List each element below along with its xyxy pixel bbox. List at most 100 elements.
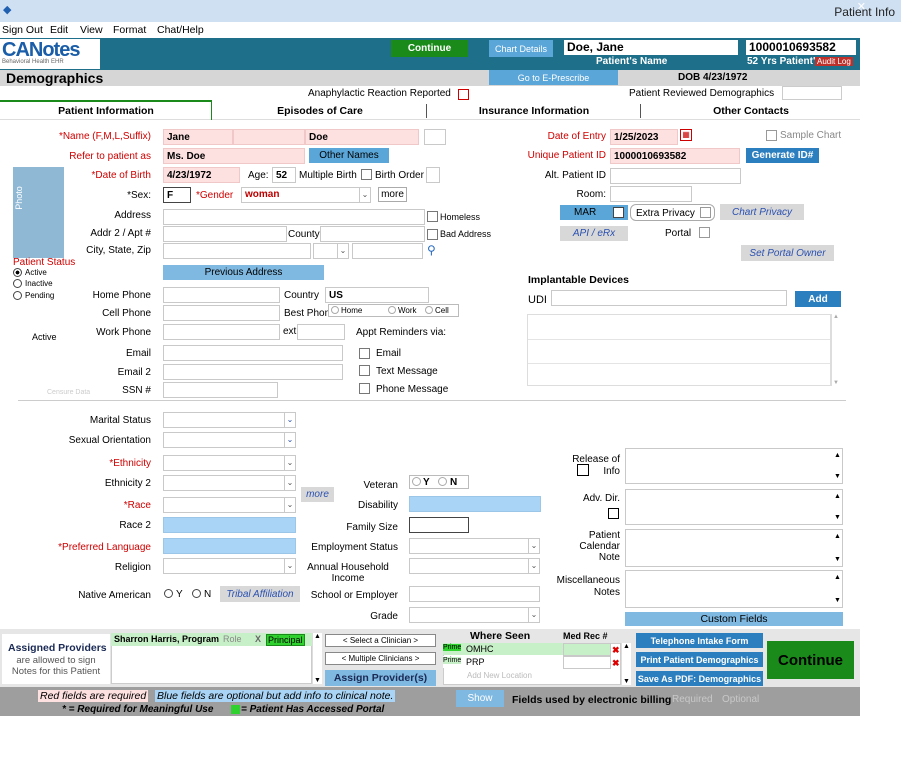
- udi-field[interactable]: [551, 290, 787, 306]
- scroll-up-icon[interactable]: ▲: [833, 573, 842, 582]
- dob-field[interactable]: 4/23/1972: [163, 167, 240, 183]
- best-phone-home-radio[interactable]: [331, 306, 339, 314]
- remind-email-checkbox[interactable]: [359, 348, 370, 359]
- remind-phone-checkbox[interactable]: [359, 383, 370, 394]
- school-field[interactable]: [409, 586, 540, 602]
- home-phone-field[interactable]: [163, 287, 280, 303]
- udi-add-button[interactable]: Add: [795, 291, 841, 307]
- phone-intake-button[interactable]: Telephone Intake Form: [636, 633, 763, 648]
- implant-row[interactable]: [528, 339, 830, 340]
- native-no-radio[interactable]: [192, 589, 201, 598]
- custom-fields-button[interactable]: Custom Fields: [625, 612, 843, 626]
- family-size-field[interactable]: [409, 517, 469, 533]
- scroll-down-icon[interactable]: ▼: [833, 380, 839, 386]
- add-location-placeholder[interactable]: Add New Location: [467, 671, 532, 680]
- scroll-down-icon[interactable]: ▼: [833, 596, 842, 605]
- remind-text-checkbox[interactable]: [359, 365, 370, 376]
- scroll-down-icon[interactable]: ▼: [623, 678, 630, 685]
- print-demographics-button[interactable]: Print Patient Demographics: [636, 652, 763, 667]
- anaphylactic-checkbox[interactable]: [458, 89, 469, 100]
- scroll-down-icon[interactable]: ▼: [314, 677, 321, 684]
- save-pdf-button[interactable]: Save As PDF: Demographics: [636, 671, 763, 686]
- tribal-affiliation-button[interactable]: Tribal Affiliation: [220, 586, 300, 602]
- med-rec-field-1[interactable]: [563, 643, 611, 656]
- ext-field[interactable]: [297, 324, 345, 340]
- multiple-birth-checkbox[interactable]: [361, 169, 372, 180]
- close-icon[interactable]: ✕: [857, 0, 866, 13]
- scroll-up-icon[interactable]: ▲: [314, 633, 321, 640]
- tab-episodes-of-care[interactable]: Episodes of Care: [214, 103, 426, 119]
- calendar-note-textarea[interactable]: ▲ ▼: [625, 529, 843, 567]
- sample-chart-checkbox[interactable]: [766, 130, 777, 141]
- suffix-field[interactable]: [424, 129, 446, 145]
- tab-other-contacts[interactable]: Other Contacts: [642, 103, 860, 119]
- adv-dir-textarea[interactable]: ▲ ▼: [625, 489, 843, 525]
- race-more-button[interactable]: more: [301, 487, 334, 502]
- prime-badge[interactable]: Prime: [443, 657, 462, 664]
- audit-log-link[interactable]: Audit Log: [815, 57, 853, 66]
- race-select[interactable]: ⌄: [163, 497, 296, 513]
- release-checkbox[interactable]: [577, 464, 589, 476]
- other-names-button[interactable]: Other Names: [309, 148, 389, 163]
- continue-button[interactable]: Continue: [767, 641, 854, 679]
- refer-field[interactable]: Ms. Doe: [163, 148, 305, 164]
- income-select[interactable]: ⌄: [409, 558, 540, 574]
- photo-placeholder[interactable]: Photo: [13, 167, 64, 258]
- provider-principal[interactable]: Principal: [266, 634, 305, 646]
- status-pending-radio[interactable]: [13, 291, 22, 300]
- best-phone-cell-radio[interactable]: [425, 306, 433, 314]
- reviewed-box[interactable]: [782, 86, 842, 100]
- multiple-clinicians-button[interactable]: < Multiple Clinicians >: [325, 652, 436, 665]
- mar-checkbox[interactable]: [613, 207, 624, 218]
- zip-search-icon[interactable]: ⚲: [427, 243, 436, 257]
- native-yes-radio[interactable]: [164, 589, 173, 598]
- assign-providers-button[interactable]: Assign Provider(s): [325, 670, 436, 686]
- portal-checkbox[interactable]: [699, 227, 710, 238]
- first-name-field[interactable]: Jane: [163, 129, 233, 145]
- menu-format[interactable]: Format: [113, 24, 146, 36]
- scroll-down-icon[interactable]: ▼: [833, 472, 842, 481]
- disability-field[interactable]: [409, 496, 541, 512]
- implant-scrollbar[interactable]: ▲ ▼: [831, 314, 841, 386]
- tab-patient-information[interactable]: Patient Information: [0, 103, 212, 119]
- address-field[interactable]: [163, 209, 425, 225]
- location-row[interactable]: Prime PRP: [443, 656, 563, 668]
- menu-edit[interactable]: Edit: [50, 24, 68, 36]
- med-rec-field-2[interactable]: [563, 656, 611, 669]
- cell-phone-field[interactable]: [163, 305, 280, 321]
- extra-privacy-checkbox[interactable]: [700, 207, 711, 218]
- set-portal-owner-button[interactable]: Set Portal Owner: [741, 245, 834, 261]
- where-seen-scrollbar[interactable]: ▲ ▼: [621, 643, 631, 685]
- ethnicity-select[interactable]: ⌄: [163, 455, 296, 471]
- room-field[interactable]: [610, 186, 692, 202]
- scroll-up-icon[interactable]: ▲: [833, 532, 842, 541]
- gender-more-button[interactable]: more: [378, 187, 407, 202]
- veteran-yes-radio[interactable]: [412, 477, 421, 486]
- scroll-up-icon[interactable]: ▲: [623, 643, 630, 650]
- homeless-checkbox[interactable]: [427, 211, 438, 222]
- scroll-up-icon[interactable]: ▲: [833, 451, 842, 460]
- previous-address-button[interactable]: Previous Address: [163, 265, 324, 280]
- chart-details-button[interactable]: Chart Details: [489, 40, 553, 57]
- provider-remove[interactable]: X: [255, 634, 261, 644]
- marital-select[interactable]: ⌄: [163, 412, 296, 428]
- chart-privacy-button[interactable]: Chart Privacy: [720, 204, 804, 220]
- employment-select[interactable]: ⌄: [409, 538, 540, 554]
- menu-sign-out[interactable]: Sign Out: [2, 24, 43, 36]
- eprescribe-button[interactable]: Go to E-Prescribe: [489, 70, 618, 85]
- work-phone-field[interactable]: [163, 324, 280, 340]
- implant-row[interactable]: [528, 363, 830, 364]
- menu-view[interactable]: View: [80, 24, 103, 36]
- remove-location-icon[interactable]: ✖: [612, 645, 620, 656]
- middle-name-field[interactable]: [233, 129, 305, 145]
- provider-role[interactable]: Role: [223, 634, 242, 644]
- scroll-up-icon[interactable]: ▲: [833, 314, 839, 320]
- generate-id-button[interactable]: Generate ID#: [746, 148, 819, 163]
- ethnicity2-select[interactable]: ⌄: [163, 475, 296, 491]
- tab-insurance-information[interactable]: Insurance Information: [428, 103, 640, 119]
- state-select[interactable]: ⌄: [313, 243, 349, 259]
- alt-id-field[interactable]: [610, 168, 741, 184]
- release-textarea[interactable]: ▲ ▼: [625, 448, 843, 484]
- date-entry-field[interactable]: 1/25/2023: [610, 129, 678, 145]
- religion-select[interactable]: ⌄: [163, 558, 296, 574]
